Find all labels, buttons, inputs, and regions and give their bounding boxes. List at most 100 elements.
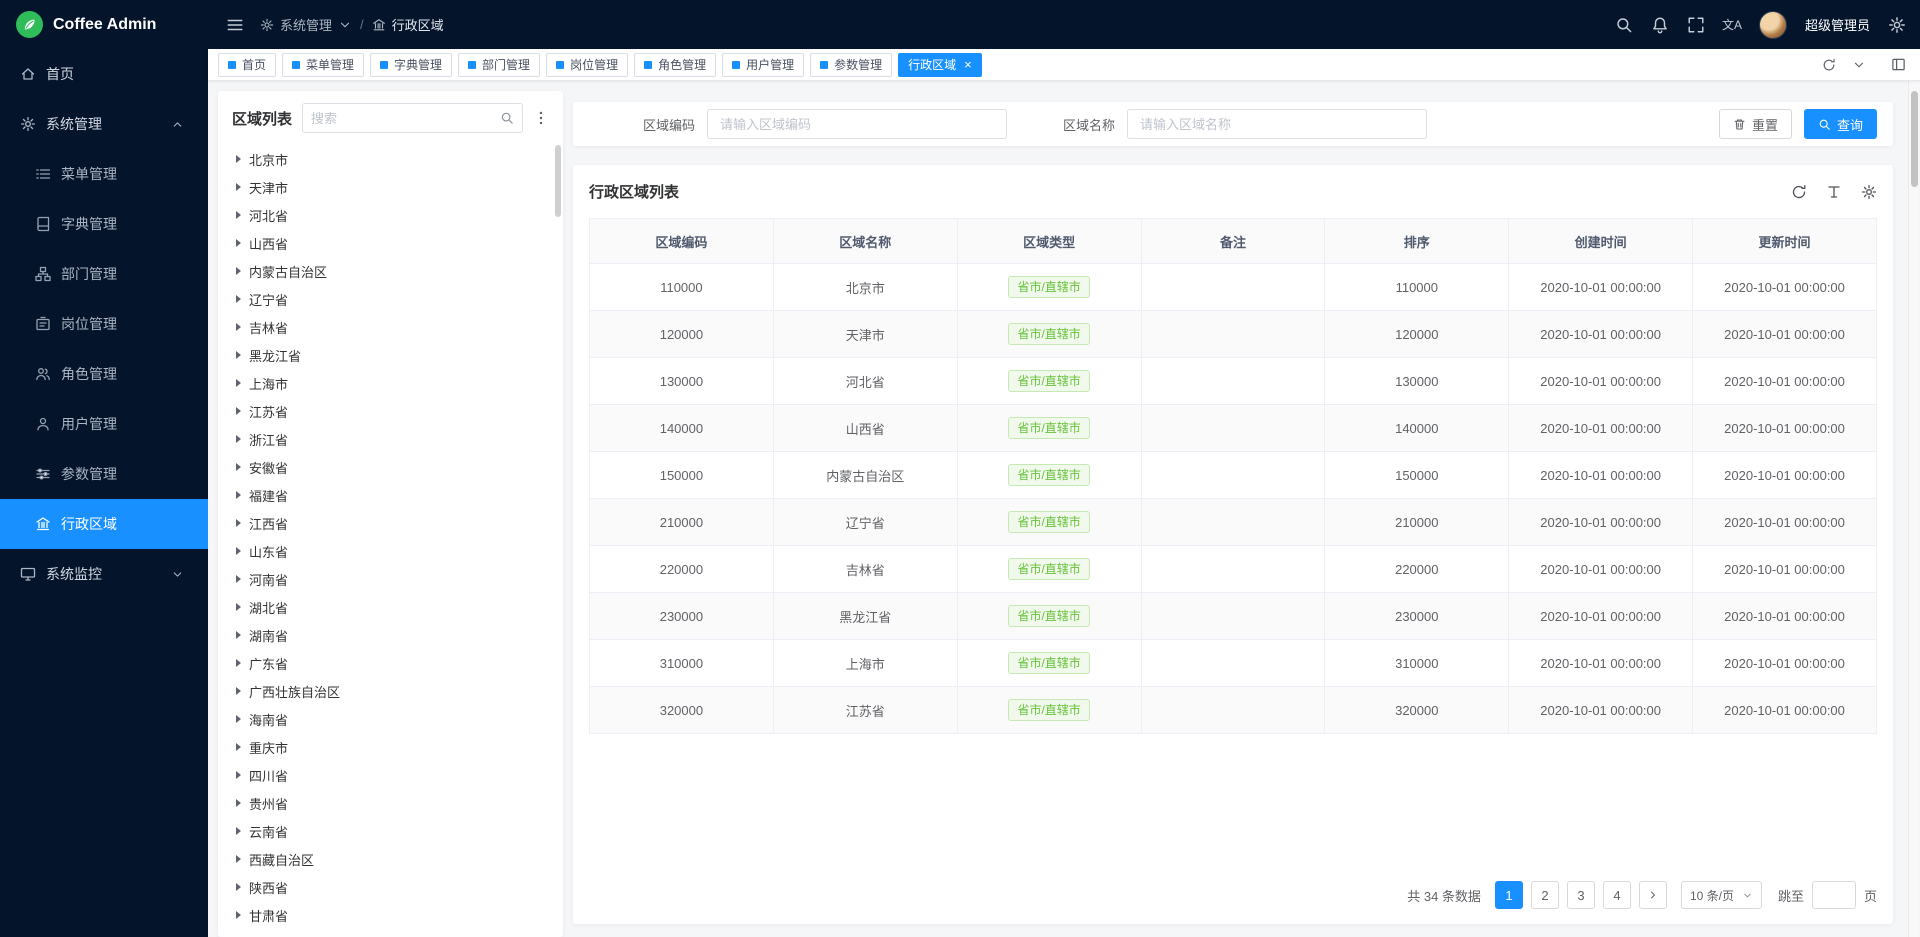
table-row[interactable]: 110000北京市省市/直辖市1100002020-10-01 00:00:00…	[590, 264, 1877, 311]
caret-right-icon[interactable]	[236, 743, 241, 751]
region-name-input[interactable]	[1127, 109, 1427, 139]
caret-right-icon[interactable]	[236, 715, 241, 723]
caret-right-icon[interactable]	[236, 351, 241, 359]
caret-right-icon[interactable]	[236, 771, 241, 779]
tree-item-天津市[interactable]: 天津市	[232, 173, 549, 201]
sidebar-item-系统监控[interactable]: 系统监控	[0, 549, 208, 599]
tree-item-广西壮族自治区[interactable]: 广西壮族自治区	[232, 677, 549, 705]
caret-right-icon[interactable]	[236, 855, 241, 863]
caret-right-icon[interactable]	[236, 827, 241, 835]
caret-right-icon[interactable]	[236, 239, 241, 247]
tree-item-青海省[interactable]: 青海省	[232, 929, 549, 937]
tree-item-重庆市[interactable]: 重庆市	[232, 733, 549, 761]
page-button-3[interactable]: 3	[1567, 881, 1595, 909]
tree-item-河南省[interactable]: 河南省	[232, 565, 549, 593]
caret-right-icon[interactable]	[236, 519, 241, 527]
table-row[interactable]: 130000河北省省市/直辖市1300002020-10-01 00:00:00…	[590, 358, 1877, 405]
sidebar-item-岗位管理[interactable]: 岗位管理	[0, 299, 208, 349]
region-code-input[interactable]	[707, 109, 1007, 139]
tree-item-内蒙古自治区[interactable]: 内蒙古自治区	[232, 257, 549, 285]
breadcrumb-item[interactable]: 系统管理	[260, 15, 352, 34]
tree-item-甘肃省[interactable]: 甘肃省	[232, 901, 549, 929]
sidebar-item-用户管理[interactable]: 用户管理	[0, 399, 208, 449]
tree-scrollbar[interactable]	[555, 145, 561, 217]
caret-right-icon[interactable]	[236, 575, 241, 583]
tab-岗位管理[interactable]: 岗位管理	[546, 53, 628, 77]
close-icon[interactable]: ×	[964, 58, 972, 71]
tab-首页[interactable]: 首页	[218, 53, 276, 77]
caret-right-icon[interactable]	[236, 631, 241, 639]
caret-right-icon[interactable]	[236, 659, 241, 667]
sidebar-item-行政区域[interactable]: 行政区域	[0, 499, 208, 549]
tree-item-北京市[interactable]: 北京市	[232, 145, 549, 173]
caret-right-icon[interactable]	[236, 547, 241, 555]
tab-行政区域[interactable]: 行政区域×	[898, 53, 982, 77]
tree-item-湖北省[interactable]: 湖北省	[232, 593, 549, 621]
sidebar-item-系统管理[interactable]: 系统管理	[0, 99, 208, 149]
tree-item-陕西省[interactable]: 陕西省	[232, 873, 549, 901]
caret-right-icon[interactable]	[236, 491, 241, 499]
gear-icon[interactable]	[1861, 184, 1877, 200]
table-row[interactable]: 320000江苏省省市/直辖市3200002020-10-01 00:00:00…	[590, 687, 1877, 734]
bell-icon[interactable]	[1651, 16, 1669, 34]
refresh-icon[interactable]	[1791, 184, 1807, 200]
hamburger-icon[interactable]	[226, 16, 244, 34]
chevron-down-icon[interactable]	[1852, 58, 1866, 72]
layout-icon[interactable]	[1891, 57, 1906, 72]
tree-item-云南省[interactable]: 云南省	[232, 817, 549, 845]
reset-button[interactable]: 重置	[1719, 109, 1792, 139]
fullscreen-icon[interactable]	[1687, 16, 1705, 34]
table-row[interactable]: 220000吉林省省市/直辖市2200002020-10-01 00:00:00…	[590, 546, 1877, 593]
column-header[interactable]: 排序	[1325, 219, 1509, 264]
search-icon[interactable]	[500, 111, 514, 125]
sidebar-item-菜单管理[interactable]: 菜单管理	[0, 149, 208, 199]
table-row[interactable]: 120000天津市省市/直辖市1200002020-10-01 00:00:00…	[590, 311, 1877, 358]
caret-right-icon[interactable]	[236, 183, 241, 191]
table-row[interactable]: 230000黑龙江省省市/直辖市2300002020-10-01 00:00:0…	[590, 593, 1877, 640]
gear-icon[interactable]	[1888, 16, 1906, 34]
tab-参数管理[interactable]: 参数管理	[810, 53, 892, 77]
tab-菜单管理[interactable]: 菜单管理	[282, 53, 364, 77]
column-header[interactable]: 区域编码	[590, 219, 774, 264]
app-logo[interactable]: Coffee Admin	[0, 0, 208, 49]
caret-right-icon[interactable]	[236, 687, 241, 695]
table-row[interactable]: 310000上海市省市/直辖市3100002020-10-01 00:00:00…	[590, 640, 1877, 687]
tree-item-吉林省[interactable]: 吉林省	[232, 313, 549, 341]
page-button-2[interactable]: 2	[1531, 881, 1559, 909]
caret-right-icon[interactable]	[236, 323, 241, 331]
page-button-4[interactable]: 4	[1603, 881, 1631, 909]
table-row[interactable]: 150000内蒙古自治区省市/直辖市1500002020-10-01 00:00…	[590, 452, 1877, 499]
column-header[interactable]: 创建时间	[1509, 219, 1693, 264]
tree-item-贵州省[interactable]: 贵州省	[232, 789, 549, 817]
translate-icon[interactable]: 文A	[1723, 16, 1741, 34]
caret-right-icon[interactable]	[236, 435, 241, 443]
caret-right-icon[interactable]	[236, 267, 241, 275]
caret-right-icon[interactable]	[236, 295, 241, 303]
scrollbar-thumb[interactable]	[1911, 91, 1918, 187]
search-button[interactable]: 查询	[1804, 109, 1877, 139]
sidebar-item-角色管理[interactable]: 角色管理	[0, 349, 208, 399]
caret-right-icon[interactable]	[236, 603, 241, 611]
tree-item-湖南省[interactable]: 湖南省	[232, 621, 549, 649]
breadcrumb-item[interactable]: 行政区域	[372, 15, 444, 34]
tree-item-海南省[interactable]: 海南省	[232, 705, 549, 733]
caret-right-icon[interactable]	[236, 379, 241, 387]
tree-item-山西省[interactable]: 山西省	[232, 229, 549, 257]
tab-字典管理[interactable]: 字典管理	[370, 53, 452, 77]
sidebar-item-首页[interactable]: 首页	[0, 49, 208, 99]
tab-角色管理[interactable]: 角色管理	[634, 53, 716, 77]
table-row[interactable]: 140000山西省省市/直辖市1400002020-10-01 00:00:00…	[590, 405, 1877, 452]
table-row[interactable]: 210000辽宁省省市/直辖市2100002020-10-01 00:00:00…	[590, 499, 1877, 546]
tree-item-江苏省[interactable]: 江苏省	[232, 397, 549, 425]
refresh-icon[interactable]	[1822, 58, 1836, 72]
text-height-icon[interactable]	[1826, 184, 1842, 200]
page-button-1[interactable]: 1	[1495, 881, 1523, 909]
caret-right-icon[interactable]	[236, 911, 241, 919]
column-header[interactable]: 更新时间	[1693, 219, 1877, 264]
next-page-button[interactable]	[1639, 881, 1667, 909]
column-header[interactable]: 备注	[1141, 219, 1325, 264]
more-vertical-icon[interactable]	[533, 110, 549, 126]
caret-right-icon[interactable]	[236, 155, 241, 163]
tree-search-input[interactable]	[311, 111, 500, 126]
tree-item-广东省[interactable]: 广东省	[232, 649, 549, 677]
